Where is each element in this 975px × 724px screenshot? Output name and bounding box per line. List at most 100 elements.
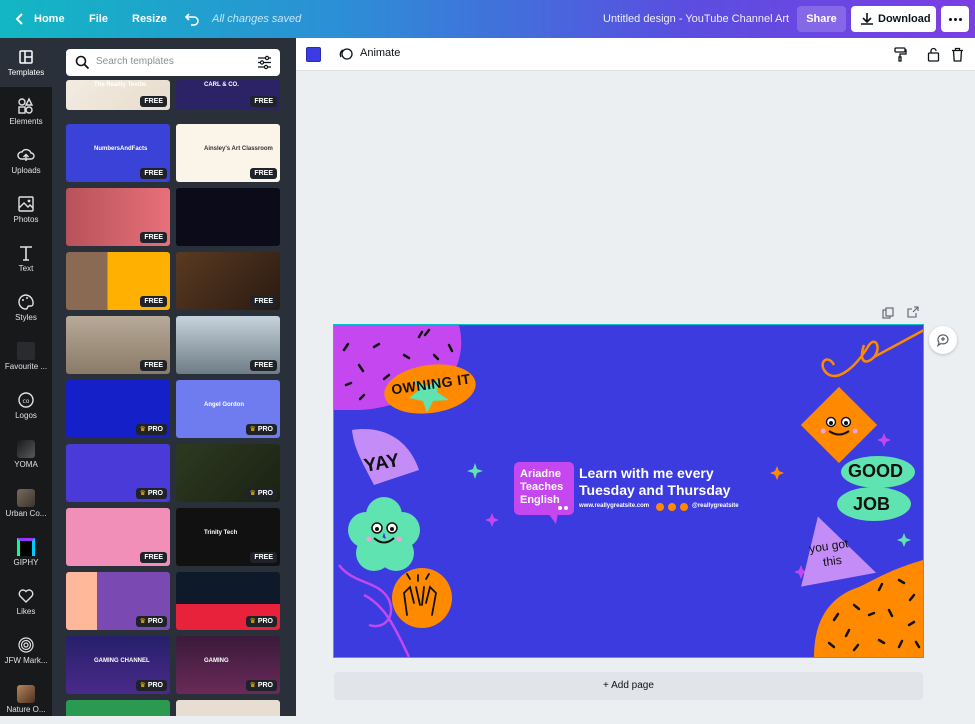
rail-label: Text [18, 264, 34, 273]
good-text: GOOD [848, 461, 904, 481]
pro-badge: PRO [245, 680, 277, 691]
rail-label: Templates [7, 68, 45, 77]
rail-jfw[interactable]: JFW Mark... [0, 626, 52, 675]
template-thumbnail[interactable]: PRO [176, 572, 280, 630]
add-comment-button[interactable] [929, 326, 957, 354]
paint-roller-icon[interactable] [893, 47, 907, 62]
urban-app-icon [17, 489, 35, 507]
rail-urban[interactable]: Urban Co... [0, 479, 52, 528]
rail-nature[interactable]: Nature O... [0, 675, 52, 724]
template-thumbnail[interactable]: The Reality Textile FREE [66, 80, 170, 110]
resize-button[interactable]: Resize [132, 0, 167, 38]
template-thumbnail[interactable] [176, 188, 280, 246]
shapes-icon [18, 97, 34, 114]
handle-text: @reallygreatsite [692, 503, 739, 509]
add-page-button[interactable]: + Add page [334, 672, 923, 700]
rail-likes[interactable]: Likes [0, 577, 52, 626]
rail-elements[interactable]: Elements [0, 87, 52, 136]
rail-label: GIPHY [13, 558, 39, 567]
template-thumbnail[interactable]: FREE [66, 508, 170, 566]
home-button[interactable]: Home [34, 0, 65, 38]
editor-toolbar: Animate [296, 38, 975, 71]
free-badge: FREE [250, 296, 277, 307]
profile-name-line-3: English [520, 494, 560, 506]
template-thumbnail[interactable]: PRO [66, 380, 170, 438]
animate-icon [339, 48, 353, 60]
filter-icon[interactable] [257, 55, 272, 70]
template-thumbnail[interactable]: FREE [176, 252, 280, 310]
rail-templates[interactable]: Templates [0, 38, 52, 87]
search-placeholder: Search templates [96, 56, 174, 67]
logo-icon: co [18, 392, 34, 408]
pro-badge: PRO [245, 616, 277, 627]
giphy-icon [17, 538, 35, 556]
share-button[interactable]: Share [797, 6, 846, 32]
undo-icon[interactable] [184, 10, 200, 26]
nature-app-icon [17, 685, 35, 703]
more-dot-icon [959, 18, 962, 21]
template-thumbnail[interactable]: Trinity Tech FREE [176, 508, 280, 566]
rail-styles[interactable]: Styles [0, 283, 52, 332]
rail-text[interactable]: Text [0, 234, 52, 283]
design-canvas[interactable]: OWNING IT YAY GOOD JOB you got this Aria… [333, 324, 924, 658]
svg-text:co: co [23, 398, 30, 405]
template-thumbnail[interactable]: FREE [66, 252, 170, 310]
file-menu[interactable]: File [89, 0, 108, 38]
rail-label: Likes [16, 607, 36, 616]
palette-icon [18, 294, 34, 310]
template-thumbnail[interactable]: FREE [66, 316, 170, 374]
rail-logos[interactable]: co Logos [0, 381, 52, 430]
rail-label: Elements [9, 117, 43, 126]
design-title[interactable]: Untitled design - YouTube Channel Art [603, 0, 789, 38]
unlock-icon[interactable] [927, 47, 940, 62]
download-button[interactable]: Download [851, 6, 936, 32]
rail-photos[interactable]: Photos [0, 185, 52, 234]
template-thumbnail-text: CARL & CO. [204, 82, 239, 88]
template-thumbnail[interactable]: GAMING CHANNEL PRO [66, 636, 170, 694]
free-badge: FREE [140, 360, 167, 371]
template-thumbnail[interactable]: CARL & CO. FREE [176, 80, 280, 110]
animate-button[interactable]: Animate [360, 47, 400, 59]
rail-yoma[interactable]: YOMA [0, 430, 52, 479]
template-thumbnail[interactable]: FREE [66, 188, 170, 246]
template-thumbnail-text: The Reality Textile [94, 82, 147, 88]
template-thumbnail[interactable]: Angel Gordon PRO [176, 380, 280, 438]
duplicate-page-icon[interactable] [882, 307, 894, 319]
rail-uploads[interactable]: Uploads [0, 136, 52, 185]
pro-badge: PRO [135, 424, 167, 435]
text-icon [20, 246, 32, 261]
template-thumbnail[interactable]: GAMING PRO [176, 636, 280, 694]
template-thumbnail-text: GAMING CHANNEL [94, 658, 150, 664]
color-swatch[interactable] [306, 47, 321, 62]
rail-label: Nature O... [6, 705, 46, 714]
template-thumbnail[interactable]: PRO [66, 572, 170, 630]
more-options-button[interactable] [941, 6, 969, 32]
pro-badge: PRO [135, 616, 167, 627]
rail-label: Photos [13, 215, 39, 224]
share-page-icon[interactable] [907, 306, 919, 318]
website-text: www.reallygreatsite.com [579, 503, 650, 509]
template-thumbnail[interactable]: PRO [176, 444, 280, 502]
free-badge: FREE [140, 232, 167, 243]
yoma-app-icon [17, 440, 35, 458]
side-rail: Templates Elements Uploads Photos Text S… [0, 38, 52, 716]
template-thumbnail[interactable]: PRO [66, 444, 170, 502]
free-badge: FREE [140, 552, 167, 563]
rail-giphy[interactable]: GIPHY [0, 528, 52, 577]
rail-favourites[interactable]: Favourite ... [0, 332, 52, 381]
template-thumbnail[interactable] [66, 700, 170, 716]
pro-badge: PRO [135, 488, 167, 499]
rail-label: JFW Mark... [4, 656, 48, 665]
template-thumbnail-text: Ainsley's Art Classroom [204, 146, 273, 152]
template-thumbnail[interactable]: NumbersAndFacts FREE [66, 124, 170, 182]
template-thumbnail[interactable]: FREE [176, 316, 280, 374]
template-thumbnail[interactable]: Ainsley's Art Classroom FREE [176, 124, 280, 182]
trash-icon[interactable] [951, 47, 964, 62]
search-templates-input[interactable]: Search templates [66, 49, 280, 76]
template-thumbnail[interactable] [176, 700, 280, 716]
pro-badge: PRO [245, 488, 277, 499]
fingerprint-icon [18, 637, 34, 653]
rail-label: Urban Co... [5, 509, 47, 518]
chevron-left-icon[interactable] [12, 11, 28, 27]
rail-label: Uploads [11, 166, 41, 175]
